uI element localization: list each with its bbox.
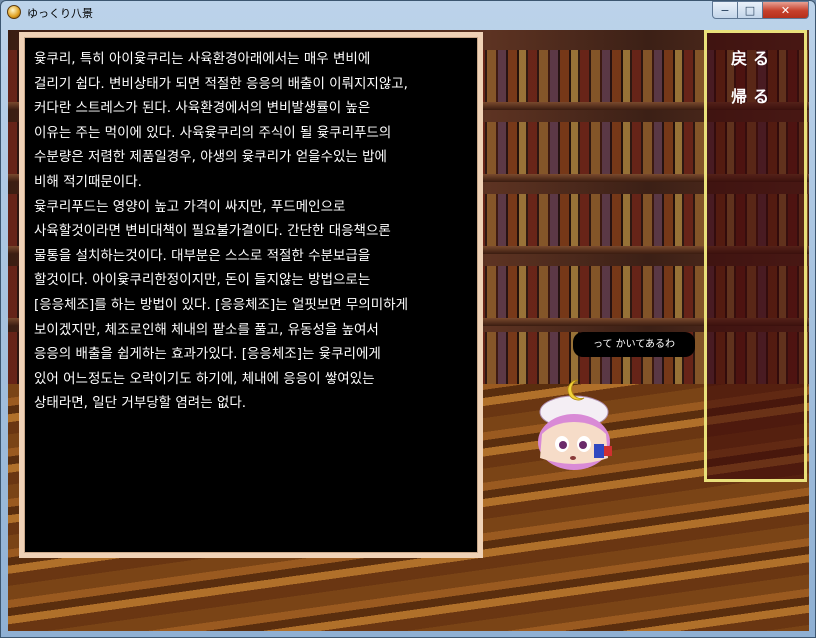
- message-line: 있어 어느정도는 오락이기도 하기에, 체내에 응응이 쌓여있는: [34, 370, 375, 387]
- message-window[interactable]: 윷쿠리, 특히 아이윷쿠리는 사육환경아래에서는 매우 변비에 걸리기 쉽다. …: [19, 32, 483, 558]
- back-menu-item[interactable]: 戻る: [731, 45, 775, 69]
- side-menu: 戻る 帰る: [704, 30, 807, 482]
- message-line: 커다란 스트레스가 된다. 사육환경에서의 변비발생률이 높은: [34, 100, 371, 117]
- return-menu-item[interactable]: 帰る: [731, 83, 775, 107]
- speech-bubble: って かいてあるわ: [573, 332, 695, 357]
- patchouli-yukkuri-character: [538, 379, 612, 470]
- title-bar[interactable]: ゆっくり八景 − □ ✕: [1, 1, 815, 23]
- game-canvas[interactable]: 윷쿠리, 특히 아이윷쿠리는 사육환경아래에서는 매우 변비에 걸리기 쉽다. …: [8, 30, 809, 631]
- message-line: [응응체조]를 하는 방법이 있다. [응응체조]는 얼핏보면 무의미하게: [34, 296, 409, 313]
- message-line: 비해 적기때문이다.: [34, 173, 142, 190]
- game-window: ゆっくり八景 − □ ✕ 윷쿠리, 특히 아이윷쿠리는 사육환경아래에서는 매우…: [0, 0, 816, 638]
- yukkuri-app-icon: [7, 5, 21, 19]
- message-line: 보이겠지만, 체조로인해 체내의 팥소를 풀고, 유동성을 높여서: [34, 321, 379, 338]
- message-line: 상태라면, 일단 거부당할 염려는 없다.: [34, 395, 247, 412]
- message-line: 이유는 주는 먹이에 있다. 사육윷쿠리의 주식이 될 윷쿠리푸드의: [34, 124, 392, 141]
- message-line: 응응의 배출을 쉽게하는 효과가있다. [응응체조]는 윷쿠리에게: [34, 346, 381, 363]
- message-line: 윷쿠리, 특히 아이윷쿠리는 사육환경아래에서는 매우 변비에: [34, 51, 371, 67]
- window-controls: − □ ✕: [712, 1, 809, 20]
- minimize-button[interactable]: −: [712, 1, 738, 19]
- maximize-button[interactable]: □: [738, 1, 763, 19]
- window-title: ゆっくり八景: [27, 7, 93, 20]
- message-line: 할것이다. 아이윷쿠리한정이지만, 돈이 들지않는 방법으로는: [34, 272, 371, 289]
- close-button[interactable]: ✕: [763, 1, 809, 19]
- message-line: 수분량은 저렴한 제품일경우, 야생의 윷쿠리가 얻을수있는 밥에: [34, 149, 387, 166]
- message-line: 윷쿠리푸드는 영양이 높고 가격이 싸지만, 푸드메인으로: [34, 198, 346, 215]
- message-line: 물통을 설치하는것이다. 대부분은 스스로 적절한 수분보급을: [34, 247, 371, 264]
- message-line: 걸리기 쉽다. 변비상태가 되면 적절한 응응의 배출이 이뤄지지않고,: [34, 75, 408, 92]
- message-line: 사육할것이라면 변비대책이 필요불가결이다. 간단한 대응책으론: [34, 223, 391, 240]
